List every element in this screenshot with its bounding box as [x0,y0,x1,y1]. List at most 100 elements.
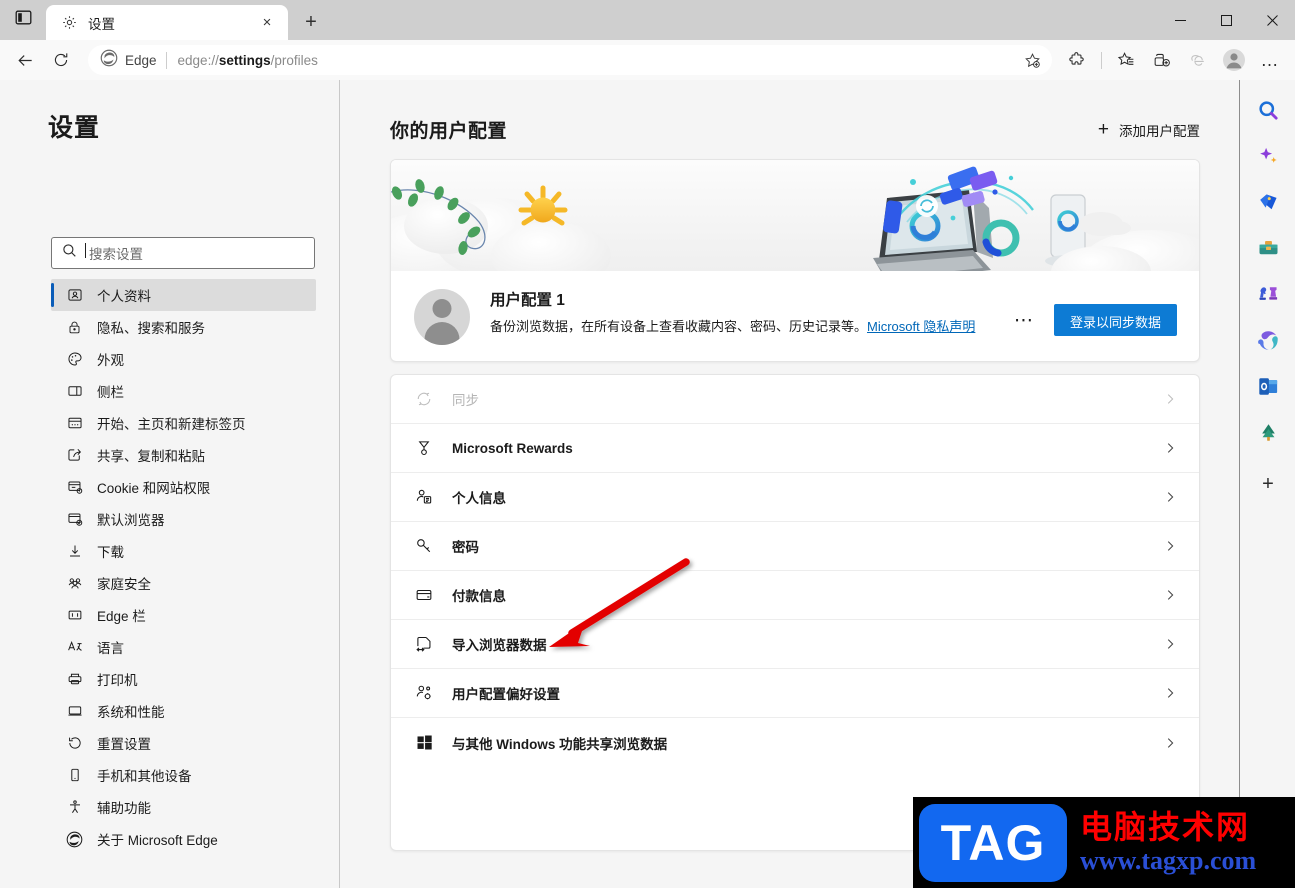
sidebar-item-languages[interactable]: 语言 [51,631,316,663]
credit-card-icon [414,585,434,605]
sidebar-item-family-safety[interactable]: 家庭安全 [51,567,316,599]
row-profile-preferences[interactable]: 用户配置偏好设置 [391,669,1199,718]
search-icon [62,243,77,263]
profile-avatar-icon[interactable] [1217,44,1251,76]
profile-preferences-icon [414,683,434,703]
row-sync[interactable]: 同步 [391,375,1199,424]
page-title: 你的用户配置 [390,121,508,142]
row-label: 付款信息 [452,589,506,604]
chevron-right-icon [1163,490,1177,504]
sidebar-item-edge-bar[interactable]: Edge 栏 [51,599,316,631]
sidebar-item-label: 打印机 [97,673,138,688]
row-payment-info[interactable]: 付款信息 [391,571,1199,620]
rewards-trophy-icon [414,438,434,458]
chevron-right-icon [1163,441,1177,455]
sidebar-item-sidebar[interactable]: 侧栏 [51,375,316,407]
maximize-button[interactable] [1203,0,1249,40]
row-passwords[interactable]: 密码 [391,522,1199,571]
copilot-sparkle-icon[interactable] [1251,139,1285,173]
palette-icon [66,351,83,368]
sidebar-item-privacy[interactable]: 隐私、搜索和服务 [51,311,316,343]
chevron-right-icon [1163,588,1177,602]
sidebar-item-system-performance[interactable]: 系统和性能 [51,695,316,727]
newtab-icon [66,415,83,432]
browser-tab-settings[interactable]: 设置 × [46,5,288,40]
sign-in-sync-button[interactable]: 登录以同步数据 [1053,304,1177,336]
row-import-browser-data[interactable]: 导入浏览器数据 [391,620,1199,669]
sidebar-nav-list: 个人资料 隐私、搜索和服务 外观 侧栏 开始、主页和新建标签页 共享、复制和粘贴… [0,279,340,855]
settings-content: 你的用户配置 + 添加用户配置 用户配置 1 备份浏览数据，在所有设备上查看收藏… [341,80,1239,888]
sidebar-item-label: 下载 [97,545,124,560]
sidebar-item-label: 开始、主页和新建标签页 [97,417,246,432]
sidebar-item-downloads[interactable]: 下载 [51,535,316,567]
toolbar-right-buttons: … [1060,44,1287,76]
new-tab-button[interactable]: + [294,5,328,39]
avatar [414,289,470,345]
profile-info: 用户配置 1 备份浏览数据，在所有设备上查看收藏内容、密码、历史记录等。Micr… [391,271,1199,361]
shopping-tag-icon[interactable] [1251,185,1285,219]
microsoft-365-icon[interactable] [1251,323,1285,357]
drop-tree-icon[interactable] [1251,415,1285,449]
add-profile-button[interactable]: + 添加用户配置 [1098,120,1200,140]
tab-actions-icon[interactable] [0,0,46,40]
sidebar-item-cookies[interactable]: Cookie 和网站权限 [51,471,316,503]
settings-sidebar: 设置 搜索设置 个人资料 隐私、搜索和服务 外观 侧栏 开始、主页和新建标签页 … [0,80,340,888]
row-personal-info[interactable]: 个人信息 [391,473,1199,522]
games-chess-icon[interactable] [1251,277,1285,311]
watermark-site-name: 电脑技术网 [1080,807,1251,846]
sidebar-item-label: 侧栏 [97,385,124,400]
close-window-button[interactable] [1249,0,1295,40]
content-header: 你的用户配置 + 添加用户配置 [390,116,1200,143]
sidebar-item-accessibility[interactable]: 辅助功能 [51,791,316,823]
row-microsoft-rewards[interactable]: Microsoft Rewards [391,424,1199,473]
sidebar-item-label: 语言 [97,641,124,656]
watermark-text: 电脑技术网 www.tagxp.com [1080,807,1256,876]
sidebar-item-reset-settings[interactable]: 重置设置 [51,727,316,759]
privacy-statement-link[interactable]: Microsoft 隐私声明 [867,319,975,334]
edge-sidebar-rail: + [1241,80,1295,888]
family-icon [66,575,83,592]
profile-actions: ⋯ 登录以同步数据 [1008,286,1177,336]
favorites-icon[interactable] [1109,44,1143,76]
sidebar-item-start-home-newtab[interactable]: 开始、主页和新建标签页 [51,407,316,439]
more-options-icon[interactable]: ⋯ [1008,311,1040,330]
refresh-icon[interactable] [44,44,78,76]
edge-browser-window: 设置 × + Edge edge://settings/profiles … 设… [0,0,1295,888]
sidebar-item-phone-other-devices[interactable]: 手机和其他设备 [51,759,316,791]
more-options-icon[interactable]: … [1253,44,1287,76]
phone-icon [66,767,83,784]
search-input[interactable]: 搜索设置 [51,237,315,269]
chevron-right-icon [1163,392,1177,406]
outlook-icon[interactable] [1251,369,1285,403]
chevron-right-icon [1163,736,1177,750]
toolbar-divider [1101,51,1102,69]
address-bar[interactable]: Edge edge://settings/profiles [88,45,1052,75]
sidebar-item-default-browser[interactable]: 默认浏览器 [51,503,316,535]
star-add-icon[interactable] [1018,47,1046,73]
sidebar-item-label: 手机和其他设备 [97,769,192,784]
back-arrow-icon[interactable] [8,44,42,76]
minimize-button[interactable] [1157,0,1203,40]
ie-mode-icon[interactable] [1181,44,1215,76]
row-label: 与其他 Windows 功能共享浏览数据 [452,736,668,752]
sidebar-item-profiles[interactable]: 个人资料 [51,279,316,311]
row-label: Microsoft Rewards [452,440,573,456]
row-label: 个人信息 [452,491,506,506]
profile-card: 用户配置 1 备份浏览数据，在所有设备上查看收藏内容、密码、历史记录等。Micr… [390,159,1200,362]
accessibility-icon [66,799,83,816]
sidebar-item-share-copy-paste[interactable]: 共享、复制和粘贴 [51,439,316,471]
profile-icon [66,287,83,304]
sidebar-item-about-edge[interactable]: 关于 Microsoft Edge [51,823,316,855]
add-sidebar-app-button[interactable]: + [1251,467,1285,501]
close-icon[interactable]: × [256,12,278,34]
sidebar-item-label: 重置设置 [97,737,151,752]
sidebar-item-printers[interactable]: 打印机 [51,663,316,695]
sidebar-item-label: 共享、复制和粘贴 [97,449,205,464]
printer-icon [66,671,83,688]
search-icon[interactable] [1251,93,1285,127]
tools-toolbox-icon[interactable] [1251,231,1285,265]
collections-icon[interactable] [1145,44,1179,76]
sidebar-item-appearance[interactable]: 外观 [51,343,316,375]
puzzle-icon[interactable] [1060,44,1094,76]
row-share-windows-features[interactable]: 与其他 Windows 功能共享浏览数据 [391,718,1199,767]
